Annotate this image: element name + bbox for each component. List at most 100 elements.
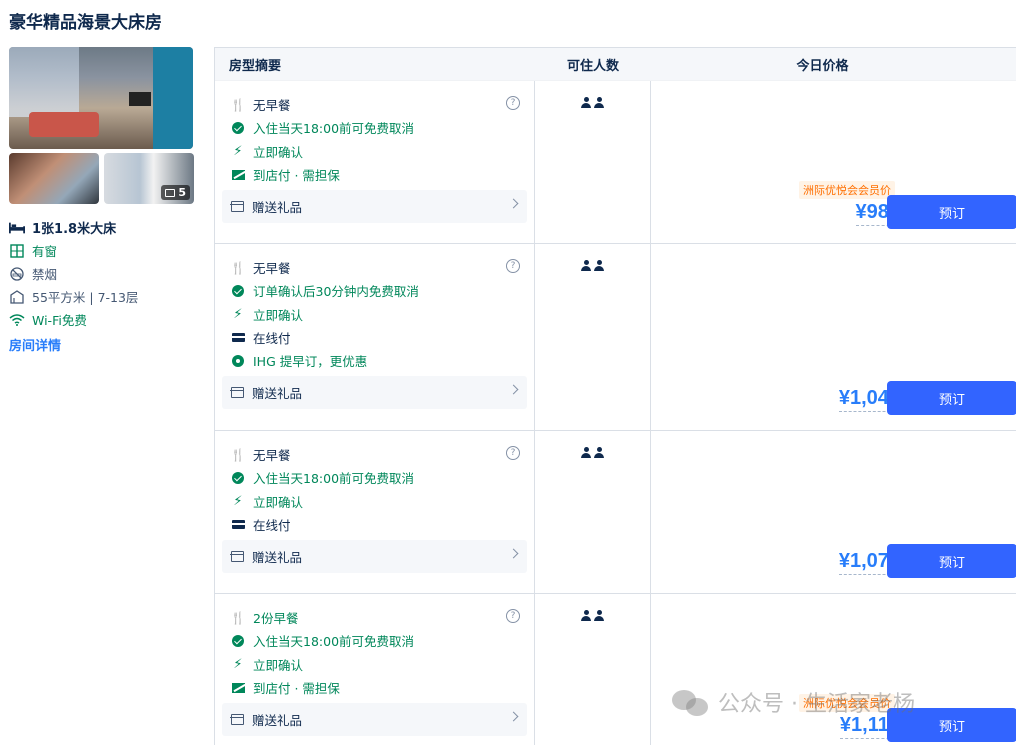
gift-icon [230, 201, 244, 213]
rate-table: 房型摘要 可住人数 今日价格 ? 🍴 无早餐 入住当天18:00前可免费取消 ⚡… [214, 47, 1016, 745]
no-smoking-icon [9, 266, 25, 281]
feature-text: 在线付 [253, 331, 291, 347]
payment-info: 在线付 [222, 326, 527, 349]
meal-label: 无早餐 [253, 448, 291, 464]
bolt-icon: ⚡ [233, 143, 243, 159]
gift-label: 赠送礼品 [252, 550, 303, 566]
payment-info: 到店付 · 需担保 [222, 676, 527, 699]
price-cell: ¥1,042 预订 [651, 244, 1016, 430]
gift-bar[interactable]: 赠送礼品 [222, 703, 527, 737]
meal-info: 🍴 无早餐 [222, 256, 527, 279]
feature-text: 到店付 · 需担保 [253, 681, 340, 697]
gift-label: 赠送礼品 [252, 713, 303, 729]
meal-label: 无早餐 [253, 261, 291, 277]
confirm-info: ⚡ 立即确认 [222, 490, 527, 513]
room-info-panel: 5 1张1.8米大床 有窗 禁烟 55平方米 | 7-13层 Wi-Fi免费 房… [9, 47, 194, 354]
wifi-label: Wi-Fi免费 [32, 313, 87, 328]
rate-row: ? 🍴 无早餐 订单确认后30分钟内免费取消 ⚡ 立即确认 在线付 IHG 提早… [215, 244, 1016, 431]
payment-info: 在线付 [222, 513, 527, 536]
book-button[interactable]: 预订 [887, 195, 1016, 229]
feature-text: 入住当天18:00前可免费取消 [253, 471, 415, 487]
meal-info: 🍴 无早餐 [222, 443, 527, 466]
cancel-policy: 入住当天18:00前可免费取消 [222, 116, 527, 139]
pay-at-hotel-icon [231, 681, 245, 695]
room-thumbnail-1[interactable] [9, 153, 99, 204]
confirm-info: ⚡ 立即确认 [222, 303, 527, 326]
help-icon[interactable]: ? [506, 446, 520, 460]
feature-text: 在线付 [253, 518, 291, 534]
area-icon [9, 289, 25, 304]
gift-bar[interactable]: 赠送礼品 [222, 190, 527, 224]
check-icon [231, 634, 245, 648]
no-breakfast-icon: 🍴 [230, 260, 246, 275]
book-button[interactable]: 预订 [887, 381, 1016, 415]
cancel-policy: 入住当天18:00前可免费取消 [222, 466, 527, 489]
gift-icon [230, 551, 244, 563]
no-breakfast-icon: 🍴 [230, 447, 246, 462]
area-floor-label: 55平方米 | 7-13层 [32, 290, 139, 305]
window-icon [9, 243, 25, 258]
gift-icon [230, 387, 244, 399]
gift-label: 赠送礼品 [252, 200, 303, 216]
gift-bar[interactable]: 赠送礼品 [222, 540, 527, 574]
rate-row: ? 🍴 无早餐 入住当天18:00前可免费取消 ⚡ 立即确认 在线付 赠送礼品 [215, 431, 1016, 594]
header-summary: 房型摘要 [229, 58, 282, 74]
feature-text: 立即确认 [253, 494, 304, 510]
feature-text: IHG 提早订，更优惠 [253, 354, 368, 370]
cancel-policy: 订单确认后30分钟内免费取消 [222, 279, 527, 302]
room-thumbnail-2[interactable]: 5 [104, 153, 194, 204]
feature-text: 立即确认 [253, 144, 304, 160]
bed-label: 1张1.8米大床 [32, 222, 117, 237]
check-icon [231, 284, 245, 298]
help-icon[interactable]: ? [506, 96, 520, 110]
occupancy-cell [535, 594, 651, 745]
member-price-tag: 洲际优悦会会员价 [799, 181, 895, 199]
bed-icon [9, 221, 25, 235]
gift-icon [230, 714, 244, 726]
gift-label: 赠送礼品 [252, 386, 303, 402]
cancel-policy: 入住当天18:00前可免费取消 [222, 629, 527, 652]
help-icon[interactable]: ? [506, 259, 520, 273]
price-cell: 洲际优悦会会员价 ¥986 预订 [651, 81, 1016, 243]
occupancy-cell [535, 244, 651, 430]
gift-bar[interactable]: 赠送礼品 [222, 376, 527, 410]
rate-row: ? 🍴 无早餐 入住当天18:00前可免费取消 ⚡ 立即确认 到店付 · 需担保… [215, 81, 1016, 244]
photo-count: 5 [178, 186, 186, 199]
watermark: 公众号 · 生活家老杨 [672, 686, 915, 718]
help-icon[interactable]: ? [506, 609, 520, 623]
dot-circle-icon [231, 354, 245, 368]
feature-text: 订单确认后30分钟内免费取消 [253, 284, 419, 300]
occupancy-cell [535, 431, 651, 593]
feature-text: 立即确认 [253, 657, 304, 673]
card-icon [231, 518, 245, 532]
bed-info: 1张1.8米大床 [9, 216, 194, 239]
confirm-info: ⚡ 立即确认 [222, 140, 527, 163]
breakfast-icon: 🍴 [230, 610, 246, 625]
payment-info: 到店付 · 需担保 [222, 163, 527, 186]
smoking-info: 禁烟 [9, 262, 194, 285]
chevron-right-icon [508, 385, 519, 395]
occupancy-cell [535, 81, 651, 243]
wifi-info: Wi-Fi免费 [9, 308, 194, 331]
meal-info: 🍴 无早餐 [222, 93, 527, 116]
price-cell: 洲际优悦会会员价 ¥1,115 预订 [651, 594, 1016, 745]
photo-count-badge[interactable]: 5 [161, 185, 190, 200]
window-label: 有窗 [32, 244, 58, 259]
room-detail-link[interactable]: 房间详情 [9, 335, 61, 354]
watermark-text: 公众号 · 生活家老杨 [718, 692, 915, 717]
two-persons-icon [581, 260, 604, 430]
meal-label: 2份早餐 [253, 611, 299, 627]
feature-text: 入住当天18:00前可免费取消 [253, 121, 415, 137]
area-floor-info: 55平方米 | 7-13层 [9, 285, 194, 308]
rate-row: ? 🍴 2份早餐 入住当天18:00前可免费取消 ⚡ 立即确认 到店付 · 需担… [215, 594, 1016, 745]
book-button[interactable]: 预订 [887, 544, 1016, 578]
two-persons-icon [581, 610, 604, 745]
bolt-icon: ⚡ [233, 493, 243, 509]
room-main-photo[interactable] [9, 47, 193, 149]
confirm-info: ⚡ 立即确认 [222, 653, 527, 676]
wechat-icon [672, 688, 710, 716]
promo-info: IHG 提早订，更优惠 [222, 349, 527, 372]
wifi-icon [9, 313, 25, 327]
bolt-icon: ⚡ [233, 306, 243, 322]
chevron-right-icon [508, 711, 519, 722]
